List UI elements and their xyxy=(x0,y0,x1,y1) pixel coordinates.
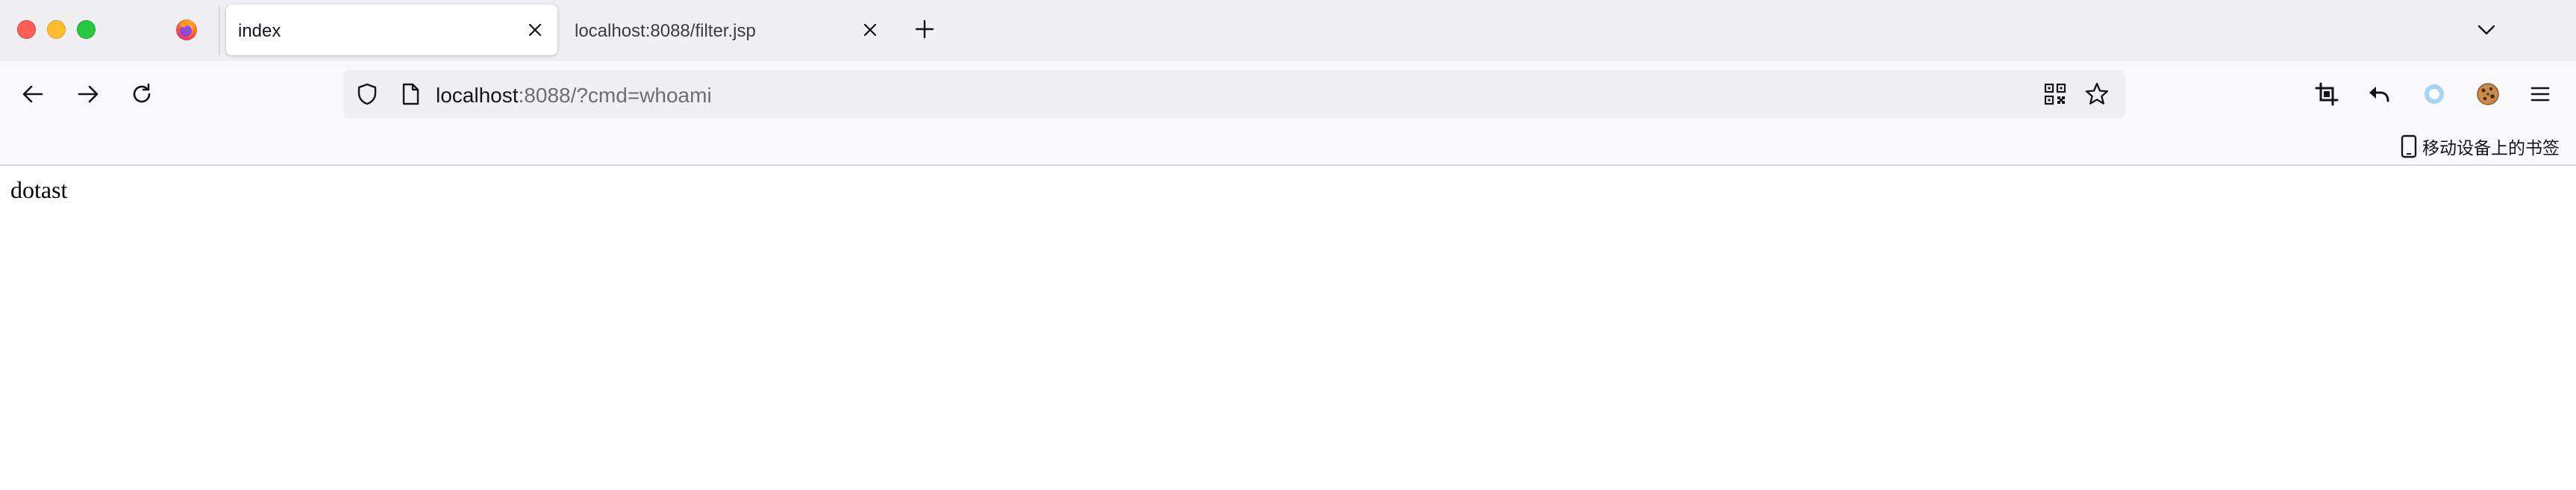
extension-ring-icon[interactable] xyxy=(2421,81,2448,108)
tab-title: index xyxy=(238,21,281,41)
page-info-icon[interactable] xyxy=(397,81,424,108)
url-host: localhost xyxy=(436,84,519,107)
tab-index[interactable]: index xyxy=(226,4,557,55)
tab-close-icon[interactable] xyxy=(526,21,544,39)
navigation-toolbar: localhost:8088/?cmd=whoami xyxy=(0,61,2576,127)
tab-title: localhost:8088/filter.jsp xyxy=(575,21,756,41)
tab-close-icon[interactable] xyxy=(861,21,879,39)
mobile-device-icon xyxy=(2400,134,2418,158)
tab-strip: index localhost:8088/filter.jsp xyxy=(0,0,2576,61)
tab-separator xyxy=(219,6,220,55)
page-content: dotast xyxy=(0,166,2576,490)
firefox-logo-icon xyxy=(175,18,198,42)
mobile-bookmarks-folder[interactable]: 移动设备上的书签 xyxy=(2400,133,2560,160)
url-text[interactable]: localhost:8088/?cmd=whoami xyxy=(436,84,712,108)
url-path-query: :8088/?cmd=whoami xyxy=(518,84,712,107)
window-minimize-button[interactable] xyxy=(47,20,66,39)
window-close-button[interactable] xyxy=(17,20,36,39)
tab-filter-jsp[interactable]: localhost:8088/filter.jsp xyxy=(561,4,892,55)
tracking-protection-shield-icon[interactable] xyxy=(354,81,381,108)
undo-icon[interactable] xyxy=(2366,81,2392,108)
reload-icon[interactable] xyxy=(128,81,155,108)
qr-code-icon[interactable] xyxy=(2042,81,2069,108)
bookmarks-toolbar: 移动设备上的书签 xyxy=(0,127,2576,166)
window-maximize-button[interactable] xyxy=(77,20,96,39)
crop-screenshot-icon[interactable] xyxy=(2313,81,2340,108)
new-tab-icon[interactable] xyxy=(913,18,936,40)
bookmark-star-icon[interactable] xyxy=(2083,81,2110,108)
url-bar[interactable]: localhost:8088/?cmd=whoami xyxy=(343,70,2125,118)
forward-icon[interactable] xyxy=(75,81,101,108)
back-icon[interactable] xyxy=(19,81,46,108)
page-body-text: dotast xyxy=(10,176,68,203)
mobile-bookmarks-label: 移动设备上的书签 xyxy=(2422,138,2560,158)
cookie-extension-icon[interactable] xyxy=(2475,81,2501,108)
list-all-tabs-icon[interactable] xyxy=(2475,19,2498,40)
app-menu-icon[interactable] xyxy=(2527,81,2554,108)
